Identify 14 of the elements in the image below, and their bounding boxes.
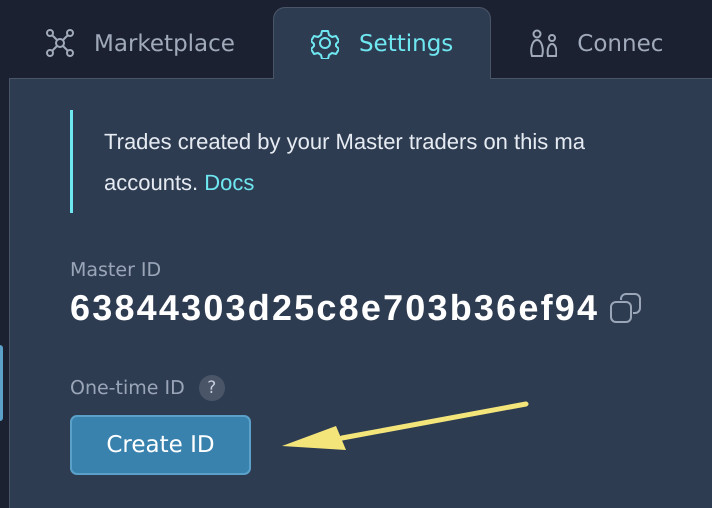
tab[interactable]: Settings — [272, 7, 492, 79]
tab[interactable]: Marketplace — [8, 8, 273, 78]
gear-icon — [310, 28, 339, 58]
help-icon[interactable]: ? — [198, 375, 225, 401]
copy-icon[interactable] — [609, 291, 644, 325]
people-icon — [529, 28, 558, 58]
callout-text: Trades created by your Master traders on this ma accounts. Docs — [104, 128, 585, 196]
field-label: Master ID — [70, 259, 162, 281]
create-id-button[interactable]: Create ID — [70, 415, 251, 475]
docs-link[interactable]: Docs — [204, 170, 254, 194]
network-icon — [46, 28, 74, 58]
tab[interactable]: Connec — [491, 8, 702, 78]
field-label: One-time ID — [70, 377, 185, 399]
master-id-value: 63844303d25c8e703b36ef94 — [70, 287, 600, 329]
